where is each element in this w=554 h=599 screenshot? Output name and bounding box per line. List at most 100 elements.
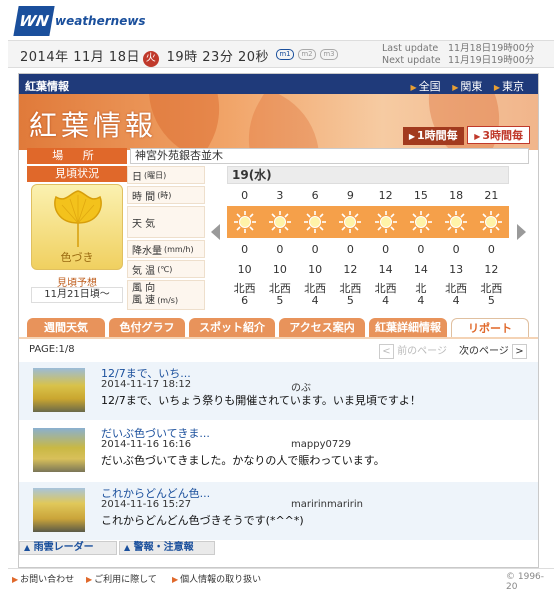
sun-icon xyxy=(333,206,368,238)
breadcrumb-item-kanto[interactable]: ▶ 関東 xyxy=(452,80,482,93)
footer-link-privacy[interactable]: ▶ 個人情報の取り扱い xyxy=(172,572,261,585)
sun-icon xyxy=(403,206,438,238)
tab-koyo-detail[interactable]: 紅葉詳細情報 xyxy=(369,318,447,338)
current-time: 19時 23分 20秒 xyxy=(166,50,270,65)
forecast-value: 11月21日頃～ xyxy=(31,287,123,303)
report-item: 12/7まで、いち... 2014-11-17 18:12 のぶ 12/7まで、… xyxy=(19,362,538,420)
moon-m1-button[interactable]: m1 xyxy=(276,49,294,60)
rain-cell: 0 xyxy=(452,242,460,256)
rain-cell: 0 xyxy=(241,242,249,256)
date-year: 2014年 xyxy=(20,50,69,65)
wind-cell: 北西 5 xyxy=(480,282,503,307)
rain-cell: 0 xyxy=(346,242,354,256)
tab-color-graph[interactable]: 色付グラフ xyxy=(109,318,185,338)
breadcrumb-item-nationwide[interactable]: ▶ 全国 xyxy=(411,80,441,93)
moon-m3-button[interactable]: m3 xyxy=(320,49,338,60)
status-label: 見頃状況 xyxy=(27,166,127,182)
row-label-wind: 風 向 風 速 (m/s) xyxy=(127,280,205,310)
row-label-time: 時 間 (時) xyxy=(127,186,205,204)
row-wind: 風 向 風 速 (m/s) 北西 6 北西 5 北西 4 北西 5 北西 4 北 4 北西 4 北西 5 xyxy=(127,280,509,310)
row-label-rain: 降水量 (mm/h) xyxy=(127,240,205,258)
hour-cell: 6 xyxy=(311,188,319,202)
row-label-date: 日 (曜日) xyxy=(127,166,205,184)
hour-cell: 0 xyxy=(241,188,249,202)
last-update-value: 11月18日19時00分 xyxy=(448,43,535,54)
temp-cell: 13 xyxy=(449,262,464,276)
report-user: mappy0729 xyxy=(291,439,351,450)
day-header: 19(水) xyxy=(227,166,509,184)
site-header: WN weathernews xyxy=(0,0,554,40)
region-breadcrumb: ▶ 全国 ▶ 関東 ▶ 東京 xyxy=(403,78,524,94)
weathernews-logo[interactable]: WN xyxy=(13,6,55,36)
weekday-badge: 火 xyxy=(142,51,159,67)
tab-weekly-weather[interactable]: 週間天気 xyxy=(27,318,105,338)
next-page-button[interactable]: 次のページ > xyxy=(459,342,527,359)
status-caption: 色づき xyxy=(60,251,94,264)
report-photo[interactable] xyxy=(33,368,85,412)
page: WN weathernews 2014年 11月 18日火 19時 23分 20… xyxy=(0,0,554,599)
temp-cell: 12 xyxy=(343,262,358,276)
temp-cells: 10 10 10 12 14 14 13 12 xyxy=(227,260,509,278)
report-user: maririnmaririn xyxy=(291,499,363,510)
update-times: Last update 11月18日19時00分 Next update 11月19… xyxy=(382,43,534,67)
rain-cell: 0 xyxy=(487,242,495,256)
current-date: 2014年 11月 18日火 19時 23分 20秒 xyxy=(20,46,269,67)
rain-cell: 0 xyxy=(311,242,319,256)
hour-cell: 15 xyxy=(413,188,428,202)
site-footer: ▶ お問い合わせ ▶ ご利用に際して ▶ 個人情報の取り扱い © 1996-20 xyxy=(8,568,554,592)
breadcrumb-item-tokyo[interactable]: ▶ 東京 xyxy=(494,80,524,93)
wind-cell: 北西 5 xyxy=(339,282,362,307)
weather-icon-cells xyxy=(227,206,509,238)
tab-underline xyxy=(19,337,538,339)
report-body: だいぶ色づいてきました。かなりの人で賑わっています。 xyxy=(101,454,385,467)
footer-link-terms[interactable]: ▶ ご利用に際して xyxy=(86,572,157,585)
sun-icon xyxy=(227,206,262,238)
tab-spot-intro[interactable]: スポット紹介 xyxy=(189,318,275,338)
interval-toggle: ▶ 1時間毎 ▶ 3時間毎 xyxy=(402,126,530,145)
hourly-1-button[interactable]: ▶ 1時間毎 xyxy=(402,127,464,145)
temp-cell: 14 xyxy=(413,262,428,276)
sun-icon xyxy=(474,206,509,238)
prev-page-button[interactable]: < 前のページ xyxy=(379,342,447,359)
hourly-3-button[interactable]: ▶ 3時間毎 xyxy=(467,126,530,144)
hour-cell: 12 xyxy=(378,188,393,202)
warnings-tab[interactable]: ▲ 警報・注意報 xyxy=(119,541,215,555)
tab-report[interactable]: リポート xyxy=(451,318,529,338)
triangle-up-icon: ▲ xyxy=(24,543,31,552)
koyo-panel: 紅葉情報 ▶ 全国 ▶ 関東 ▶ 東京 紅葉情報 ▶ 1時間毎 ▶ 3時間毎 場 所 神宮… xyxy=(18,73,539,568)
report-body: これからどんどん色づきそうです(*^^*) xyxy=(101,514,304,527)
sun-icon xyxy=(368,206,403,238)
next-day-arrow[interactable] xyxy=(517,224,526,240)
last-update-label: Last update xyxy=(382,43,439,54)
next-update-label: Next update xyxy=(382,55,441,66)
report-item: だいぶ色づいてきま... 2014-11-16 16:16 mappy0729 … xyxy=(19,422,538,480)
brand-name[interactable]: weathernews xyxy=(55,14,146,28)
hour-cell: 18 xyxy=(449,188,464,202)
report-photo[interactable] xyxy=(33,428,85,472)
date-bar: 2014年 11月 18日火 19時 23分 20秒 m1 m2 m3 Last… xyxy=(8,40,554,68)
place-value: 神宮外苑銀杏並木 xyxy=(130,148,529,164)
temp-cell: 10 xyxy=(308,262,323,276)
date-month: 11月 xyxy=(73,50,105,65)
row-label-temp: 気 温 (℃) xyxy=(127,260,205,278)
page-indicator: PAGE:1/8 xyxy=(29,344,75,355)
chevron-left-icon: < xyxy=(379,343,394,359)
rain-radar-tab[interactable]: ▲ 雨雲レーダー xyxy=(19,541,117,555)
row-label-weather: 天 気 xyxy=(127,206,205,238)
report-item: これからどんどん色... 2014-11-16 15:27 maririnmar… xyxy=(19,482,538,540)
tab-access[interactable]: アクセス案内 xyxy=(279,318,365,338)
pager: PAGE:1/8 < 前のページ 次のページ > xyxy=(19,340,538,360)
wind-cells: 北西 6 北西 5 北西 4 北西 5 北西 4 北 4 北西 4 北西 5 xyxy=(227,280,509,310)
chevron-right-icon: > xyxy=(512,343,527,359)
row-time: 時 間 (時) 0 3 6 9 12 15 18 21 xyxy=(127,186,509,204)
wind-cell: 北西 5 xyxy=(268,282,291,307)
banner-title: 紅葉情報 xyxy=(29,109,158,142)
panel-title: 紅葉情報 xyxy=(25,80,69,93)
report-photo[interactable] xyxy=(33,488,85,532)
moon-m2-button[interactable]: m2 xyxy=(298,49,316,60)
wind-cell: 北4 xyxy=(415,282,427,307)
wind-cell: 北西 4 xyxy=(445,282,468,307)
footer-link-contact[interactable]: ▶ お問い合わせ xyxy=(12,572,74,585)
temp-cell: 10 xyxy=(272,262,287,276)
hour-cell: 3 xyxy=(276,188,284,202)
